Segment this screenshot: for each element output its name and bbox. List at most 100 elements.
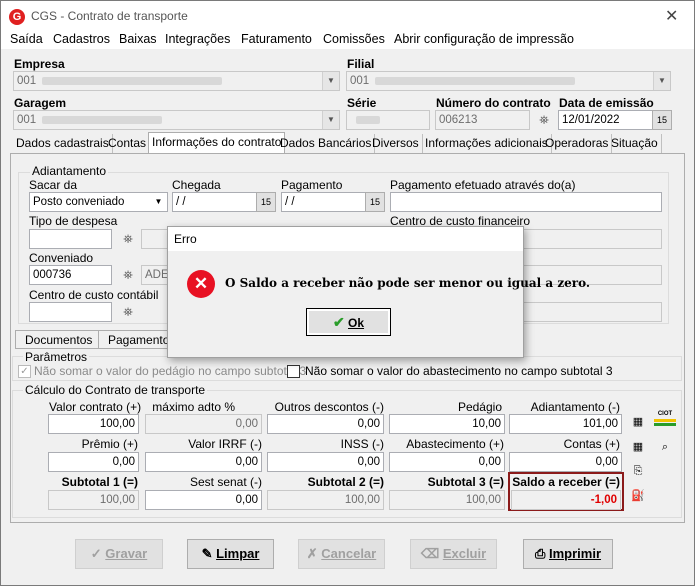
printer-icon: ⎙ bbox=[534, 546, 549, 561]
empresa-select[interactable]: 001 bbox=[13, 71, 340, 91]
outros-descontos-field[interactable]: 0,00 bbox=[267, 414, 384, 434]
subtotal2-label: Subtotal 2 (=) bbox=[307, 475, 384, 489]
pagamento-label: Pagamento bbox=[281, 178, 343, 192]
subtotal3-field: 100,00 bbox=[389, 490, 505, 510]
outros-descontos-label: Outros descontos (-) bbox=[274, 400, 384, 414]
premio-label: Prêmio (+) bbox=[81, 437, 138, 451]
tab-informacoes-contrato[interactable]: Informações do contrato bbox=[148, 132, 286, 154]
numero-contrato-label: Número do contrato bbox=[436, 96, 551, 110]
maximo-adto-field: 0,00 bbox=[145, 414, 262, 434]
valor-irrf-field[interactable]: 0,00 bbox=[145, 452, 262, 472]
checkbox-pedagio[interactable]: ✓ bbox=[18, 365, 31, 378]
centro-contabil-field[interactable] bbox=[29, 302, 112, 322]
chegada-label: Chegada bbox=[172, 178, 221, 192]
menu-baixas[interactable]: Baixas bbox=[119, 32, 157, 46]
tipo-despesa-field[interactable] bbox=[29, 229, 112, 249]
trash-icon: ⌫ bbox=[420, 546, 443, 561]
tab-diversos[interactable]: Diversos bbox=[369, 134, 423, 153]
menu-faturamento[interactable]: Faturamento bbox=[241, 32, 312, 46]
close-icon[interactable]: ✕ bbox=[665, 6, 678, 26]
contas-field[interactable]: 0,00 bbox=[509, 452, 622, 472]
calendar-icon[interactable]: 15 bbox=[256, 192, 276, 212]
chevron-down-icon[interactable]: ▼ bbox=[322, 111, 339, 129]
menu-cadastros[interactable]: Cadastros bbox=[53, 32, 110, 46]
menu-bar: Saída Cadastros Baixas Integrações Fatur… bbox=[1, 31, 694, 49]
serie-field[interactable] bbox=[346, 110, 430, 130]
binoculars-icon[interactable]: ⛯ bbox=[118, 302, 138, 322]
premio-field[interactable]: 0,00 bbox=[48, 452, 139, 472]
fuel-pump-icon[interactable]: ⛽ bbox=[627, 485, 649, 507]
saldo-receber-label: Saldo a receber (=) bbox=[512, 475, 620, 489]
subtab-documentos[interactable]: Documentos bbox=[15, 330, 103, 349]
garagem-label: Garagem bbox=[14, 96, 67, 110]
main-window: G CGS - Contrato de transporte ✕ Saída C… bbox=[0, 0, 695, 586]
adiantamento-title: Adiantamento bbox=[30, 164, 109, 178]
saldo-receber-field: -1,00 bbox=[511, 490, 621, 510]
check-icon: ✔ bbox=[332, 314, 345, 330]
tipo-despesa-label: Tipo de despesa bbox=[29, 214, 118, 228]
cancel-icon: ✗ bbox=[306, 546, 322, 561]
pedagio-field[interactable]: 10,00 bbox=[389, 414, 505, 434]
pagamento-efetuado-label: Pagamento efetuado através do(a) bbox=[390, 178, 576, 192]
subtotal3-label: Subtotal 3 (=) bbox=[427, 475, 504, 489]
serie-label: Série bbox=[347, 96, 377, 110]
chevron-down-icon[interactable]: ▼ bbox=[322, 72, 339, 90]
cancelar-button[interactable]: ✗ Cancelar bbox=[298, 539, 385, 569]
copy-icon[interactable]: ⎘ bbox=[627, 460, 649, 482]
conveniado-field[interactable]: 000736 bbox=[29, 265, 112, 285]
conveniado-label: Conveniado bbox=[29, 251, 94, 265]
excluir-button[interactable]: ⌫ Excluir bbox=[410, 539, 497, 569]
inss-field[interactable]: 0,00 bbox=[267, 452, 384, 472]
filial-select[interactable]: 001 bbox=[346, 71, 671, 91]
tab-contas[interactable]: Contas bbox=[105, 134, 151, 153]
adiantamento-field[interactable]: 101,00 bbox=[509, 414, 622, 434]
centro-financeiro-field bbox=[523, 229, 662, 249]
binoculars-icon[interactable]: ⛯ bbox=[118, 229, 138, 249]
tab-dados-bancarios[interactable]: Dados Bancários bbox=[277, 134, 376, 153]
pagamento-efetuado-field[interactable] bbox=[390, 192, 662, 212]
calculo-title: Cálculo do Contrato de transporte bbox=[23, 383, 208, 397]
abastecimento-field[interactable]: 0,00 bbox=[389, 452, 505, 472]
ok-button[interactable]: ✔ Ok bbox=[306, 308, 391, 336]
calendar-icon[interactable]: 15 bbox=[652, 110, 672, 130]
search-document-icon[interactable]: ⌕ bbox=[654, 436, 676, 458]
sest-senat-label: Sest senat (-) bbox=[189, 475, 262, 489]
limpar-button[interactable]: ✎ Limpar bbox=[187, 539, 274, 569]
check-icon: ✓ bbox=[90, 546, 106, 561]
checkbox-abastecimento[interactable] bbox=[287, 365, 300, 378]
ciot-icon[interactable]: CIOT bbox=[654, 411, 676, 433]
imprimir-button[interactable]: ⎙ Imprimir bbox=[523, 539, 613, 569]
broom-icon: ✎ bbox=[201, 546, 217, 561]
menu-integracoes[interactable]: Integrações bbox=[165, 32, 230, 46]
subtotal1-label: Subtotal 1 (=) bbox=[61, 475, 138, 489]
abastecimento-label: Abastecimento (+) bbox=[406, 437, 504, 451]
gravar-button[interactable]: ✓ Gravar bbox=[75, 539, 163, 569]
menu-abrir-config[interactable]: Abrir configuração de impressão bbox=[394, 32, 574, 46]
numero-contrato-field[interactable]: 006213 bbox=[435, 110, 530, 130]
calculator-icon[interactable]: ▦ bbox=[627, 411, 649, 433]
garagem-select[interactable]: 001 bbox=[13, 110, 340, 130]
binoculars-icon[interactable]: ⛯ bbox=[534, 110, 554, 130]
menu-comissoes[interactable]: Comissões bbox=[323, 32, 385, 46]
tab-operadoras[interactable]: Operadoras bbox=[542, 134, 613, 153]
valor-contrato-label: Valor contrato (+) bbox=[49, 400, 142, 414]
maximo-adto-label: máximo adto % bbox=[152, 400, 235, 414]
app-logo-icon: G bbox=[9, 9, 25, 25]
data-emissao-label: Data de emissão bbox=[559, 96, 654, 110]
tab-informacoes-adicionais[interactable]: Informações adicionais bbox=[422, 134, 552, 153]
calendar-icon[interactable]: 15 bbox=[365, 192, 385, 212]
calculator-icon[interactable]: ▦ bbox=[627, 436, 649, 458]
menu-saida[interactable]: Saída bbox=[10, 32, 43, 46]
binoculars-icon[interactable]: ⛯ bbox=[118, 265, 138, 285]
contas-label: Contas (+) bbox=[563, 437, 620, 451]
valor-contrato-field[interactable]: 100,00 bbox=[48, 414, 139, 434]
chevron-down-icon[interactable]: ▼ bbox=[653, 72, 670, 90]
sacar-select[interactable]: Posto conveniado bbox=[29, 192, 168, 212]
chevron-down-icon[interactable]: ▼ bbox=[150, 193, 167, 211]
subtotal2-field: 100,00 bbox=[267, 490, 384, 510]
checkbox-pedagio-label: Não somar o valor do pedágio no campo su… bbox=[34, 364, 307, 378]
dialog-title: Erro bbox=[168, 227, 523, 251]
tab-situacao[interactable]: Situação bbox=[608, 134, 662, 153]
tab-dados-cadastrais[interactable]: Dados cadastrais bbox=[13, 134, 113, 153]
sest-senat-field[interactable]: 0,00 bbox=[145, 490, 262, 510]
